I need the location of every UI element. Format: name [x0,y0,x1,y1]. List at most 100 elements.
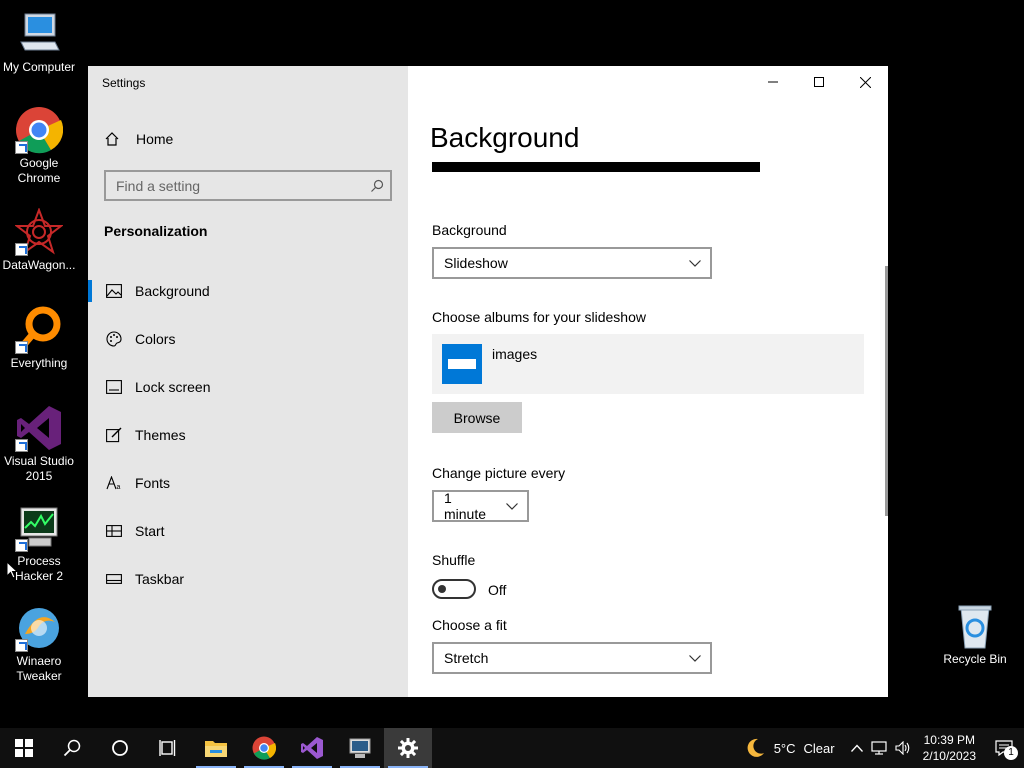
nav-item-start[interactable]: Start [88,507,408,555]
nav-item-lock-screen[interactable]: Lock screen [88,363,408,411]
nav-item-label: Themes [135,427,186,443]
network-icon [871,741,887,755]
image-icon [104,281,124,301]
shuffle-label: Shuffle [432,552,476,568]
desktop-icon-my-computer[interactable]: My Computer [0,10,78,75]
taskbar-chrome[interactable] [240,728,288,768]
shortcut-arrow-icon [15,639,28,652]
preview-bar [432,162,760,172]
font-icon: a [104,473,124,493]
desktop-icon-winaero-tweaker[interactable]: Winaero Tweaker [0,604,78,684]
nav-item-background[interactable]: Background [88,267,408,315]
mouse-cursor-icon [6,561,18,579]
desktop-icon-label: Visual Studio 2015 [4,454,74,483]
start-menu-icon [104,521,124,541]
monitor-icon [15,10,63,58]
network-button[interactable] [867,728,891,768]
album-folder-icon [442,344,482,384]
search-button[interactable] [48,728,96,768]
toggle-knob [438,585,446,593]
clock-date: 2/10/2023 [922,749,976,763]
browse-button[interactable]: Browse [432,402,522,433]
taskbar-visual-studio[interactable] [288,728,336,768]
nav-item-label: Start [135,523,165,539]
brush-icon [104,425,124,445]
datawagon-icon [14,207,64,256]
moon-icon [747,738,764,757]
nav-item-label: Colors [135,331,176,347]
clock-time: 10:39 PM [923,733,975,747]
desktop-icon-label: Everything [10,356,68,370]
desktop-icon-label: DataWagon... [2,258,76,272]
task-view-button[interactable] [144,728,192,768]
personalization-nav: Background Colors Lock screen Themes a F… [88,267,408,603]
taskbar-icon [104,569,124,589]
nav-item-colors[interactable]: Colors [88,315,408,363]
show-hidden-icons-button[interactable] [847,728,867,768]
clock[interactable]: 10:39 PM 2/10/2023 [915,732,984,764]
gear-icon [398,738,418,758]
winaero-icon [15,604,63,652]
albums-label: Choose albums for your slideshow [432,309,646,325]
shortcut-arrow-icon [15,243,28,256]
nav-home[interactable]: Home [102,128,173,150]
desktop-icon-visual-studio[interactable]: Visual Studio 2015 [0,404,78,484]
scrollbar[interactable] [885,266,888,516]
shortcut-arrow-icon [15,341,28,354]
shortcut-arrow-icon [15,141,28,154]
fit-label: Choose a fit [432,617,507,633]
desktop-icon-label: Process Hacker 2 [14,554,64,583]
desktop-icon-label: My Computer [2,60,76,74]
palette-icon [104,329,124,349]
weather-widget[interactable]: 5°C Clear [740,728,839,768]
visual-studio-icon [301,737,323,759]
visual-studio-icon [15,404,63,452]
cortana-circle-icon [112,740,128,756]
search-input[interactable] [116,177,364,194]
action-center-button[interactable]: 1 [984,728,1024,768]
chrome-icon [252,736,276,760]
nav-item-fonts[interactable]: a Fonts [88,459,408,507]
background-dropdown[interactable]: Slideshow [432,247,712,279]
process-hacker-icon [349,738,371,758]
notification-count-badge: 1 [1004,746,1018,760]
shortcut-arrow-icon [15,439,28,452]
desktop-icon-google-chrome[interactable]: Google Chrome [0,106,78,186]
chrome-icon [15,106,64,154]
windows-logo-icon [15,739,33,757]
change-picture-dropdown[interactable]: 1 minute [432,490,529,522]
search-icon[interactable] [364,172,390,199]
volume-button[interactable] [891,728,915,768]
fit-dropdown-value: Stretch [444,650,489,666]
task-view-icon [159,740,176,756]
recycle-bin-icon [951,602,999,650]
search-icon [63,739,81,757]
album-name: images [492,346,538,362]
start-button[interactable] [0,728,48,768]
cortana-button[interactable] [96,728,144,768]
nav-item-label: Fonts [135,475,171,491]
lock-screen-icon [104,377,124,397]
desktop-icon-datawagon[interactable]: DataWagon... [0,207,78,273]
taskbar-file-explorer[interactable] [192,728,240,768]
settings-content: Background Background Slideshow Choose a… [408,66,888,697]
desktop-icon-everything[interactable]: Everything [0,306,78,371]
speaker-icon [895,741,909,755]
shuffle-toggle[interactable] [432,579,476,599]
nav-item-taskbar[interactable]: Taskbar [88,555,408,603]
desktop-icon-label: Winaero Tweaker [16,654,62,683]
chevron-down-icon [497,502,527,510]
everything-search-icon [15,306,63,354]
taskbar: 5°C Clear 10:39 PM 2/10/2023 1 [0,728,1024,768]
desktop-icon-recycle-bin[interactable]: Recycle Bin [936,602,1014,667]
nav-item-themes[interactable]: Themes [88,411,408,459]
taskbar-process-hacker[interactable] [336,728,384,768]
taskbar-settings[interactable] [384,728,432,768]
change-picture-value: 1 minute [444,490,487,522]
background-label: Background [432,222,507,238]
home-icon [102,131,122,147]
album-item[interactable]: images [432,334,864,394]
fit-dropdown[interactable]: Stretch [432,642,712,674]
search-box[interactable] [104,170,392,201]
shuffle-state: Off [488,582,507,598]
